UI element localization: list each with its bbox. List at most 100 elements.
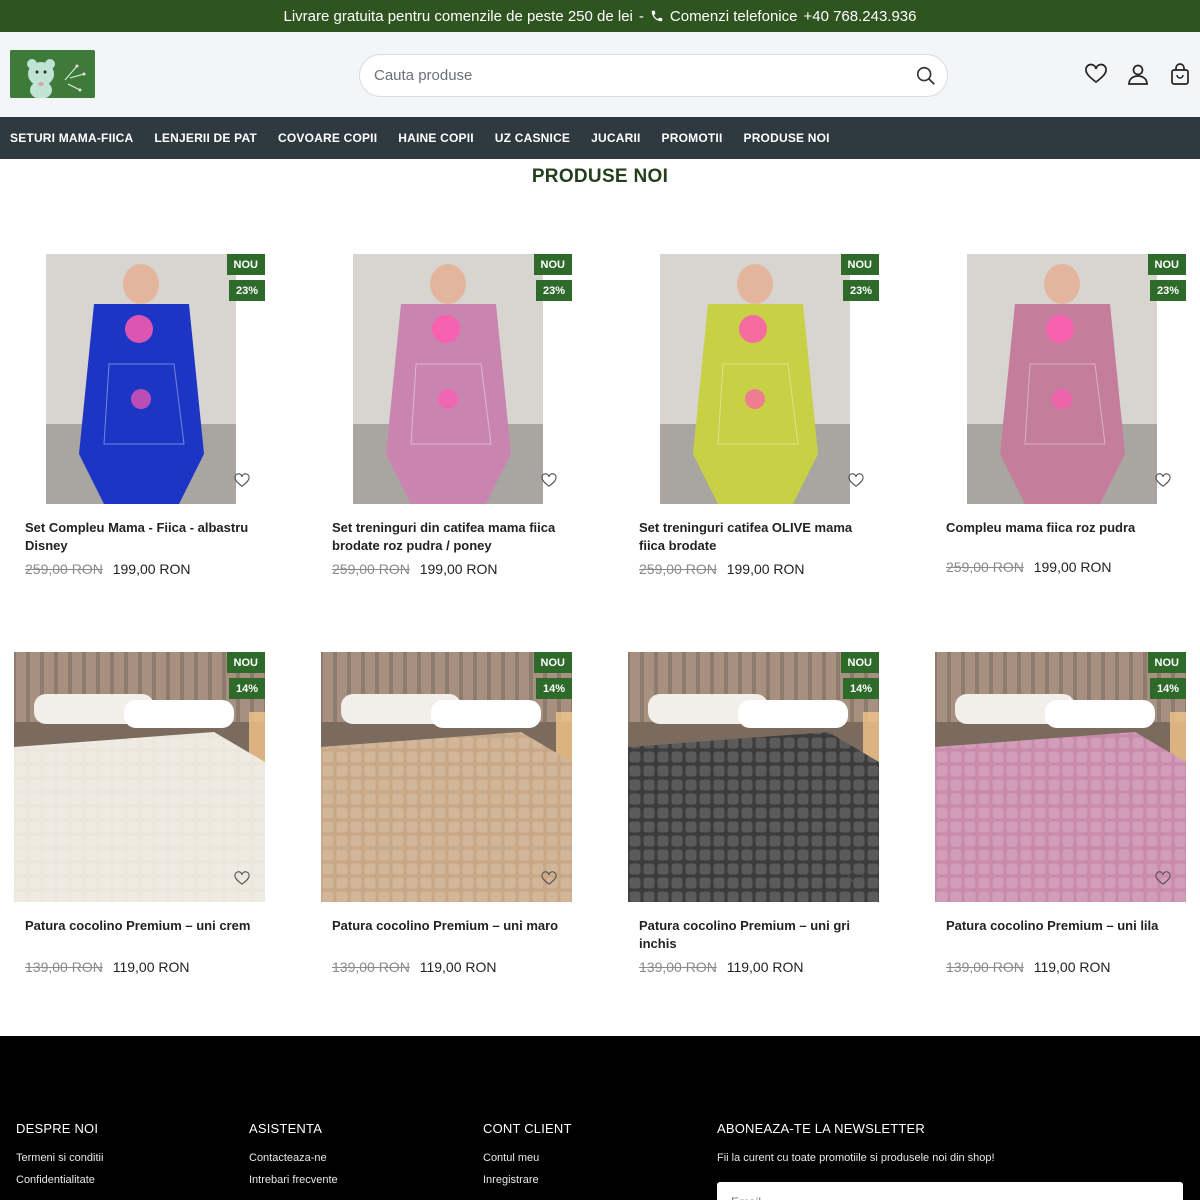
product-name[interactable]: Patura cocolino Premium – uni lila	[946, 917, 1181, 935]
old-price: 139,00 RON	[946, 959, 1024, 975]
product-image-frame[interactable]: NOU 23%	[321, 254, 572, 504]
discount-badge: 14%	[228, 678, 265, 699]
nav-item-jucarii[interactable]: JUCARII	[591, 131, 640, 145]
footer-heading: ASISTENTA	[249, 1121, 323, 1136]
product-price: 259,00 RON 199,00 RON	[25, 561, 191, 577]
main-navigation: SETURI MAMA-FIICA LENJERII DE PAT COVOAR…	[0, 117, 1200, 159]
newsletter-email-input[interactable]	[717, 1182, 1183, 1200]
nav-item-covoare-copii[interactable]: COVOARE COPII	[278, 131, 377, 145]
product-price: 259,00 RON 199,00 RON	[639, 561, 805, 577]
current-price: 199,00 RON	[1033, 559, 1112, 575]
footer-link-inregistrare[interactable]: Inregistrare	[483, 1174, 572, 1186]
nav-item-uz-casnice[interactable]: UZ CASNICE	[495, 131, 570, 145]
phone-label: Comenzi telefonice	[669, 7, 798, 25]
footer-heading: DESPRE NOI	[16, 1121, 99, 1136]
newsletter-text: Fii la curent cu toate promotiile si pro…	[717, 1152, 995, 1164]
footer-heading: CONT CLIENT	[483, 1121, 572, 1136]
current-price: 199,00 RON	[726, 561, 805, 577]
phone-number[interactable]: +40 768.243.936	[803, 8, 916, 25]
footer-link-confidentialitate[interactable]: Confidentialitate	[16, 1174, 103, 1186]
product-name[interactable]: Patura cocolino Premium – uni gri inchis	[639, 917, 874, 953]
product-name[interactable]: Set treninguri catifea OLIVE mama fiica …	[639, 519, 874, 555]
search-input[interactable]	[374, 55, 904, 96]
product-image[interactable]	[14, 254, 265, 504]
current-price: 199,00 RON	[419, 561, 498, 577]
shipping-text: Livrare gratuita pentru comenzile de pes…	[283, 7, 633, 25]
new-badge: NOU	[1147, 254, 1186, 275]
product-image-frame[interactable]: NOU 23%	[14, 254, 265, 504]
old-price: 139,00 RON	[25, 959, 103, 975]
current-price: 119,00 RON	[1033, 959, 1111, 975]
product-image[interactable]	[628, 652, 879, 902]
footer-newsletter: ABONEAZA-TE LA NEWSLETTER Fii la curent …	[717, 1121, 1183, 1200]
new-badge: NOU	[840, 254, 879, 275]
nav-item-seturi-mama-fiica[interactable]: SETURI MAMA-FIICA	[10, 131, 133, 145]
footer-link-contacteaza[interactable]: Contacteaza-ne	[249, 1152, 338, 1164]
account-user-icon[interactable]	[1126, 62, 1150, 86]
add-to-wishlist-heart-icon[interactable]	[540, 870, 558, 887]
product-image-frame[interactable]: NOU 23%	[628, 254, 879, 504]
add-to-wishlist-heart-icon[interactable]	[1154, 472, 1172, 489]
site-header	[0, 32, 1200, 117]
product-price: 139,00 RON 119,00 RON	[946, 959, 1111, 975]
discount-badge: 23%	[1149, 280, 1186, 301]
product-image[interactable]	[935, 254, 1186, 504]
product-name[interactable]: Set Compleu Mama - Fiica - albastru Disn…	[25, 519, 260, 555]
discount-badge: 14%	[1149, 678, 1186, 699]
product-image[interactable]	[14, 652, 265, 902]
nav-item-promotii[interactable]: PROMOTII	[662, 131, 723, 145]
shopping-bag-icon[interactable]	[1168, 62, 1192, 86]
product-image-frame[interactable]: NOU 14%	[14, 652, 265, 902]
add-to-wishlist-heart-icon[interactable]	[540, 472, 558, 489]
logo[interactable]	[10, 50, 95, 98]
add-to-wishlist-heart-icon[interactable]	[1154, 870, 1172, 887]
old-price: 259,00 RON	[25, 561, 103, 577]
product-image[interactable]	[321, 652, 572, 902]
search-icon[interactable]	[915, 65, 937, 87]
product-price: 139,00 RON 119,00 RON	[332, 959, 497, 975]
product-name[interactable]: Compleu mama fiica roz pudra	[946, 519, 1181, 537]
nav-item-produse-noi[interactable]: PRODUSE NOI	[743, 131, 829, 145]
product-image-frame[interactable]: NOU 14%	[628, 652, 879, 902]
old-price: 259,00 RON	[332, 561, 410, 577]
add-to-wishlist-heart-icon[interactable]	[233, 472, 251, 489]
product-name[interactable]: Patura cocolino Premium – uni maro	[332, 917, 567, 935]
current-price: 119,00 RON	[726, 959, 804, 975]
footer-col-despre-noi: DESPRE NOI Termeni si conditii Confident…	[16, 1121, 103, 1196]
product-image-frame[interactable]: NOU 14%	[321, 652, 572, 902]
discount-badge: 23%	[228, 280, 265, 301]
bear-logo-icon	[10, 50, 95, 98]
footer-col-cont-client: CONT CLIENT Contul meu Inregistrare	[483, 1121, 572, 1196]
new-badge: NOU	[1147, 652, 1186, 673]
product-name[interactable]: Set treninguri din catifea mama fiica br…	[332, 519, 567, 555]
nav-item-haine-copii[interactable]: HAINE COPII	[398, 131, 474, 145]
product-price: 259,00 RON 199,00 RON	[946, 559, 1112, 575]
product-image-frame[interactable]: NOU 14%	[935, 652, 1186, 902]
product-image-frame[interactable]: NOU 23%	[935, 254, 1186, 504]
old-price: 139,00 RON	[332, 959, 410, 975]
nav-item-lenjerii-de-pat[interactable]: LENJERII DE PAT	[154, 131, 257, 145]
add-to-wishlist-heart-icon[interactable]	[847, 472, 865, 489]
product-price: 139,00 RON 119,00 RON	[639, 959, 804, 975]
product-price: 259,00 RON 199,00 RON	[332, 561, 498, 577]
new-badge: NOU	[533, 652, 572, 673]
product-price: 139,00 RON 119,00 RON	[25, 959, 190, 975]
add-to-wishlist-heart-icon[interactable]	[233, 870, 251, 887]
footer-link-termeni[interactable]: Termeni si conditii	[16, 1152, 103, 1164]
discount-badge: 14%	[535, 678, 572, 699]
current-price: 199,00 RON	[112, 561, 191, 577]
wishlist-heart-icon[interactable]	[1084, 62, 1108, 86]
product-name[interactable]: Patura cocolino Premium – uni crem	[25, 917, 260, 935]
announcement-bar: Livrare gratuita pentru comenzile de pes…	[0, 0, 1200, 32]
footer-link-intrebari[interactable]: Intrebari frecvente	[249, 1174, 338, 1186]
product-image[interactable]	[321, 254, 572, 504]
footer-link-contul-meu[interactable]: Contul meu	[483, 1152, 572, 1164]
new-badge: NOU	[226, 652, 265, 673]
old-price: 139,00 RON	[639, 959, 717, 975]
new-badge: NOU	[840, 652, 879, 673]
product-image[interactable]	[935, 652, 1186, 902]
separator: -	[638, 7, 644, 25]
add-to-wishlist-heart-icon[interactable]	[847, 870, 865, 887]
site-footer: DESPRE NOI Termeni si conditii Confident…	[0, 1036, 1200, 1200]
product-image[interactable]	[628, 254, 879, 504]
